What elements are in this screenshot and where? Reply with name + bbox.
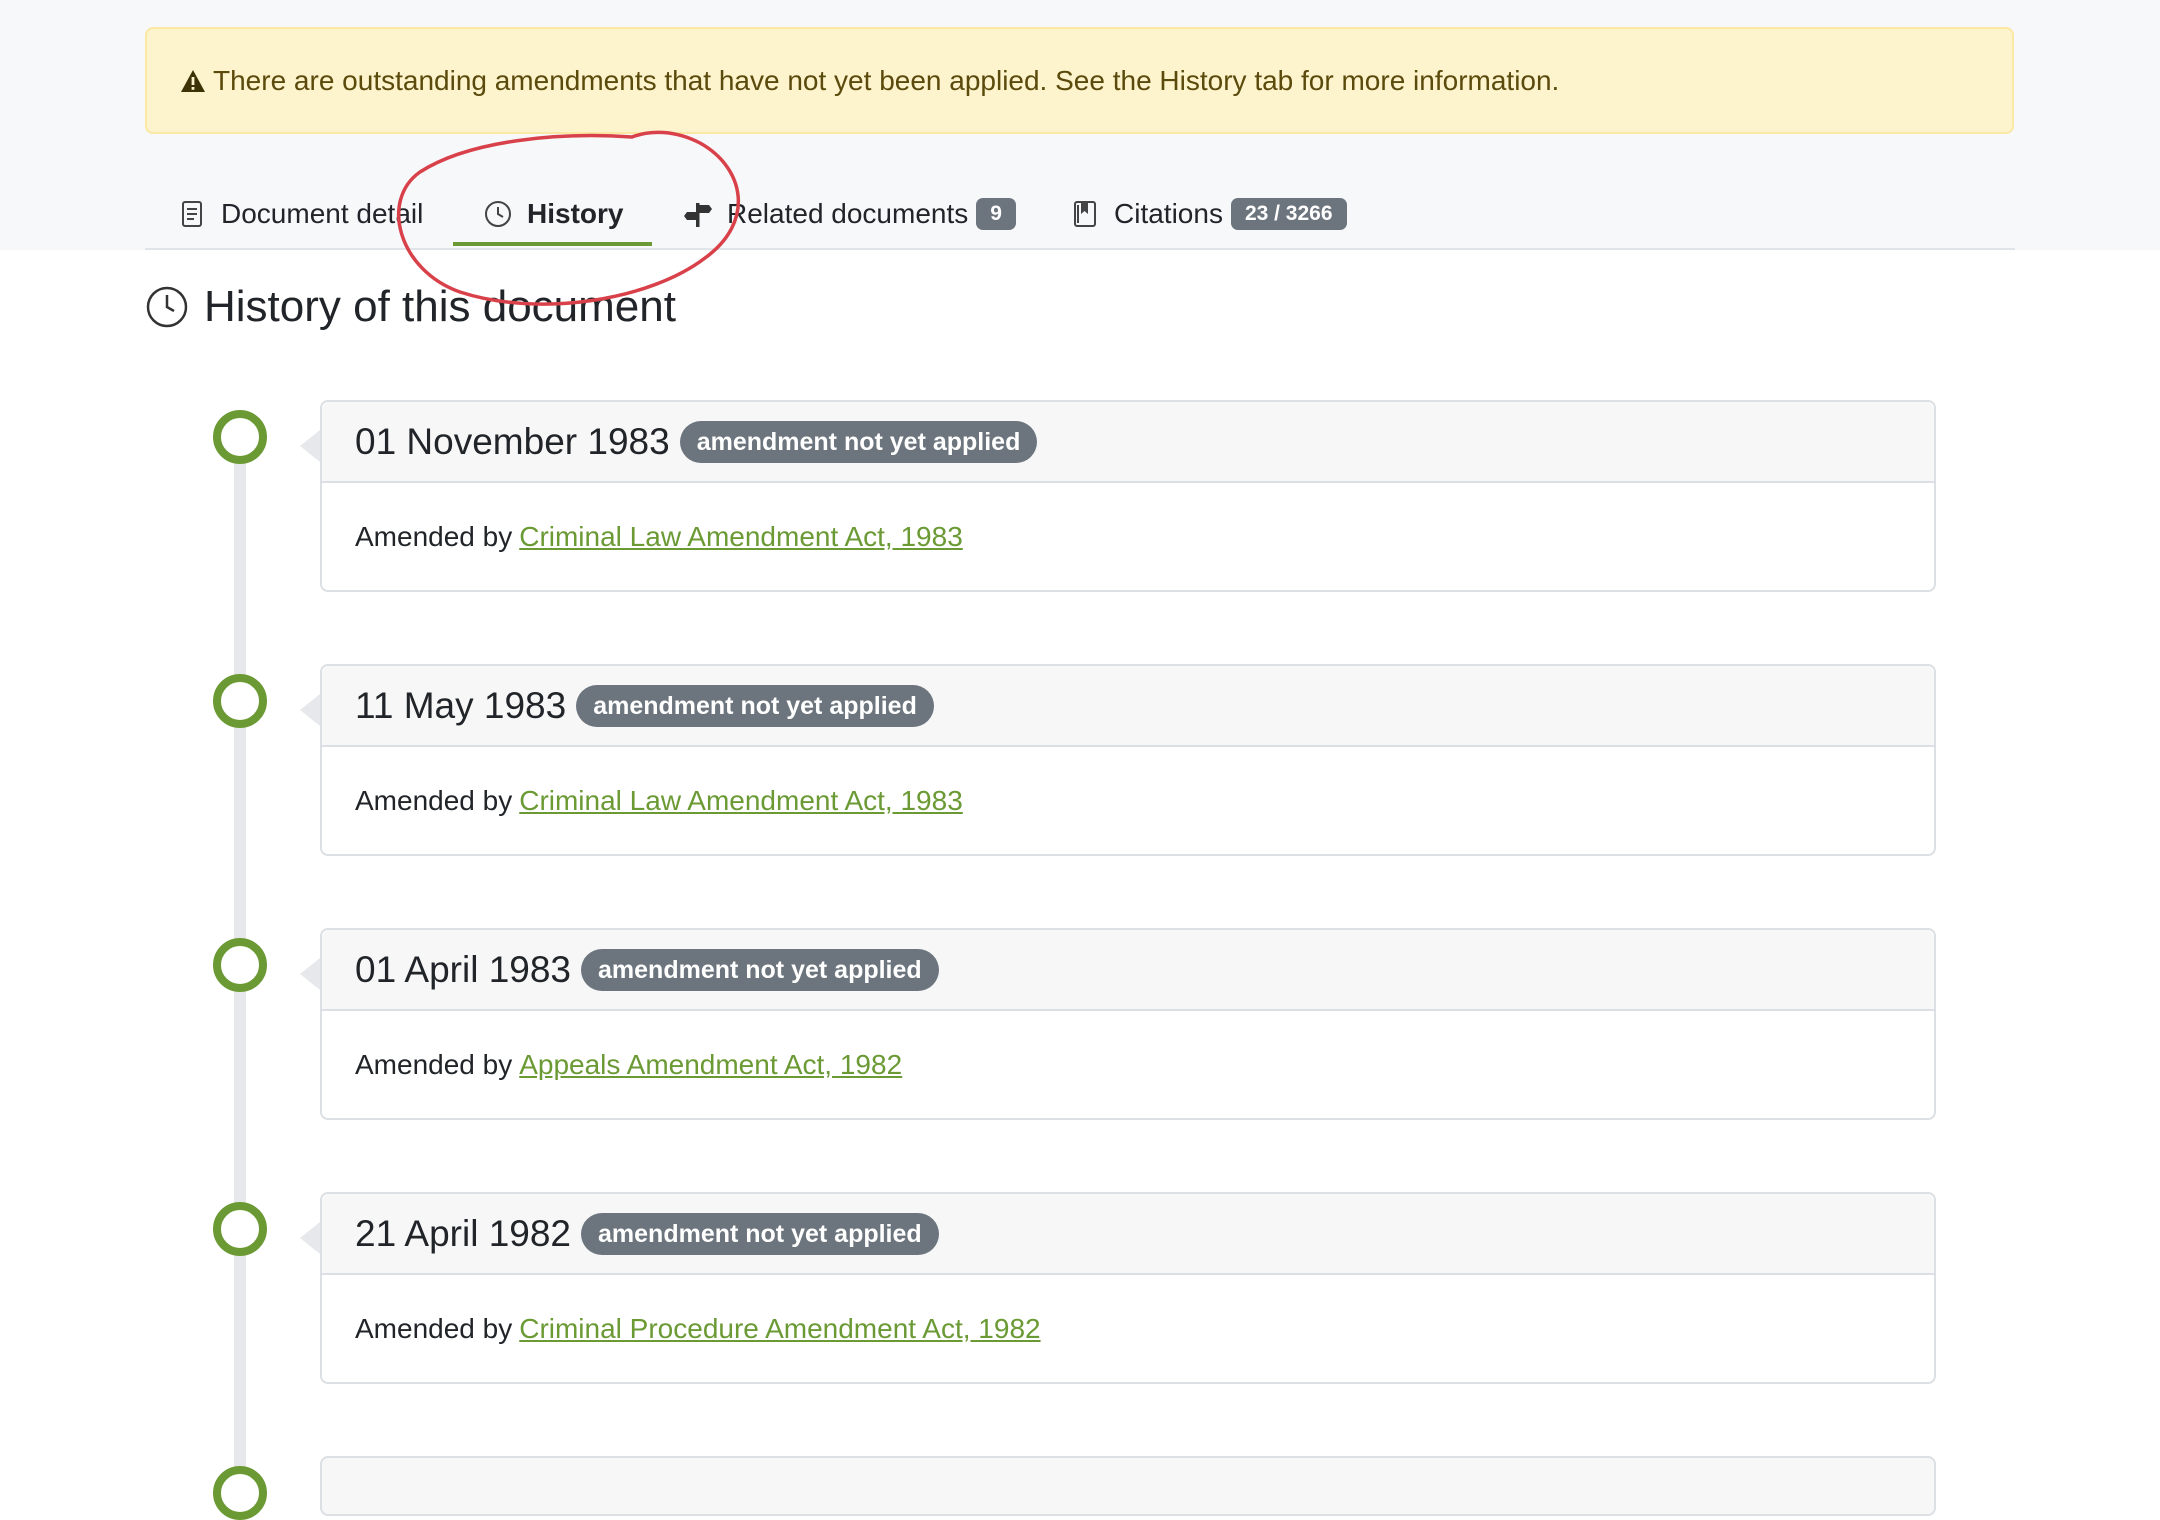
event-date: 01 November 1983 xyxy=(355,420,670,462)
status-badge: amendment not yet applied xyxy=(581,1212,939,1255)
bookmark-book-icon xyxy=(1070,199,1100,229)
event-header: 01 April 1983 amendment not yet applied xyxy=(322,930,1934,1011)
page-title-text: History of this document xyxy=(204,282,676,331)
event-body: Amended by Criminal Procedure Amendment … xyxy=(322,1275,1934,1383)
event-header: 21 April 1982 amendment not yet applied xyxy=(322,1194,1934,1275)
event-prefix: Amended by xyxy=(355,785,513,816)
tab-document-detail[interactable]: Document detail xyxy=(177,182,423,246)
timeline-event-card: 01 November 1983 amendment not yet appli… xyxy=(300,400,1936,592)
event-body: Amended by Criminal Law Amendment Act, 1… xyxy=(322,483,1934,591)
page-title: History of this document xyxy=(145,282,676,332)
signpost-icon xyxy=(683,199,713,229)
tab-label: Citations xyxy=(1114,198,1223,229)
timeline-event-card: 01 April 1983 amendment not yet applied … xyxy=(300,928,1936,1120)
status-badge: amendment not yet applied xyxy=(576,684,934,727)
event-prefix: Amended by xyxy=(355,521,513,552)
event-date: 21 April 1982 xyxy=(355,1212,572,1254)
event-prefix: Amended by xyxy=(355,1049,513,1080)
document-tabs: Document detail History Related document… xyxy=(145,0,2015,250)
document-icon xyxy=(177,199,207,229)
timeline-marker xyxy=(213,410,267,464)
tab-label: Related documents xyxy=(727,198,969,229)
timeline-marker xyxy=(213,1202,267,1256)
event-prefix: Amended by xyxy=(355,1313,513,1344)
amending-act-link[interactable]: Appeals Amendment Act, 1982 xyxy=(519,1049,902,1081)
event-date: 01 April 1983 xyxy=(355,948,572,990)
timeline-marker xyxy=(213,1466,267,1520)
event-body: Amended by Appeals Amendment Act, 1982 xyxy=(322,1011,1934,1119)
amending-act-link[interactable]: Criminal Procedure Amendment Act, 1982 xyxy=(519,1313,1040,1345)
active-tab-indicator xyxy=(453,242,652,246)
event-body: Amended by Criminal Law Amendment Act, 1… xyxy=(322,747,1934,855)
timeline-event-card: 11 May 1983 amendment not yet applied Am… xyxy=(300,664,1936,856)
event-header: 11 May 1983 amendment not yet applied xyxy=(322,666,1934,747)
tab-label: Document detail xyxy=(221,198,424,229)
tab-history[interactable]: History xyxy=(483,182,623,246)
clock-icon xyxy=(483,199,513,229)
timeline-event-card: 21 April 1982 amendment not yet applied … xyxy=(300,1192,1936,1384)
related-documents-count: 9 xyxy=(976,198,1016,230)
amending-act-link[interactable]: Criminal Law Amendment Act, 1983 xyxy=(519,521,963,553)
tab-citations[interactable]: Citations 23 / 3266 xyxy=(1070,182,1347,246)
event-header: 01 November 1983 amendment not yet appli… xyxy=(322,402,1934,483)
clock-icon xyxy=(145,285,189,329)
tab-related-documents[interactable]: Related documents 9 xyxy=(683,182,1016,246)
amending-act-link[interactable]: Criminal Law Amendment Act, 1983 xyxy=(519,785,963,817)
timeline-marker xyxy=(213,938,267,992)
timeline-marker xyxy=(213,674,267,728)
tab-label: History xyxy=(527,198,624,229)
timeline-event-card-partial xyxy=(320,1456,1936,1516)
status-badge: amendment not yet applied xyxy=(581,948,939,991)
citations-count: 23 / 3266 xyxy=(1230,198,1347,230)
event-date: 11 May 1983 xyxy=(355,684,567,726)
status-badge: amendment not yet applied xyxy=(679,420,1038,463)
